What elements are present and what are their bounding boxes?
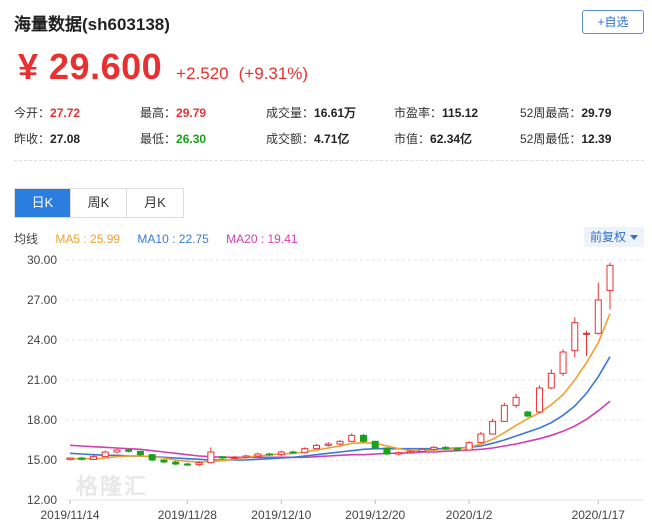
candle-body	[125, 449, 133, 452]
candle-body	[219, 456, 227, 459]
candle-body	[395, 452, 403, 455]
candle-body	[418, 448, 426, 452]
candle-body	[442, 446, 450, 450]
candle-body	[606, 264, 614, 291]
candle-body	[583, 332, 591, 335]
candle-body	[289, 451, 297, 454]
candle-body	[524, 411, 532, 417]
chevron-down-icon	[630, 235, 638, 241]
candle-body	[324, 443, 332, 446]
candle-body	[536, 387, 544, 413]
x-tick-label: 2019/11/28	[158, 508, 217, 522]
stat-low: 最低：26.30	[140, 132, 207, 146]
candle-body	[254, 453, 262, 457]
stat-52w-low: 52周最低：12.39	[520, 132, 612, 146]
y-tick-label: 12.00	[27, 493, 57, 507]
candle-body	[547, 372, 555, 389]
stat-open: 今开：27.72	[14, 106, 81, 120]
ma20-line	[69, 400, 611, 459]
stat-turnover: 成交额：4.71亿	[266, 132, 350, 146]
candle-body	[66, 457, 74, 460]
y-tick-label: 27.00	[27, 293, 57, 307]
ma5-legend: MA5 : 25.99	[55, 232, 121, 246]
price-adjust-dropdown[interactable]: 前复权	[584, 227, 644, 247]
candle-body	[594, 299, 602, 334]
ma5-line	[70, 313, 611, 463]
ma20-legend: MA20 : 19.41	[226, 232, 298, 246]
candle-body	[207, 451, 215, 464]
candle-body	[230, 456, 238, 459]
tab-daily[interactable]: 日K	[15, 189, 71, 217]
candle-body	[183, 463, 191, 466]
stat-prev-close: 昨收：27.08	[14, 132, 81, 146]
y-tick-label: 15.00	[27, 453, 57, 467]
add-watchlist-button[interactable]: +自选	[582, 10, 644, 34]
candle-body	[359, 434, 367, 442]
x-tick-label: 2020/1/17	[572, 508, 626, 522]
candle-body	[489, 420, 497, 435]
candle-body	[301, 448, 309, 454]
tab-monthly[interactable]: 月K	[127, 189, 183, 217]
candle-body	[172, 461, 180, 465]
candle-body	[512, 396, 520, 406]
candle-body	[113, 449, 121, 453]
y-tick-label: 18.00	[27, 413, 57, 427]
candle-body	[383, 447, 391, 455]
stock-title: 海量数据(sh603138)	[14, 15, 170, 34]
candle-body	[101, 451, 109, 458]
period-tabs: 日K 周K 月K	[14, 188, 184, 218]
candle-body	[242, 455, 250, 458]
quote-row: ¥ 29.600 +2.520 (+9.31%)	[18, 46, 308, 88]
ma-label: 均线	[14, 232, 39, 246]
x-tick-label: 2019/12/10	[251, 508, 311, 522]
candle-body	[136, 450, 144, 456]
candle-body	[160, 459, 168, 463]
stat-pe: 市盈率：115.12	[394, 106, 479, 120]
x-tick-label: 2019/11/14	[40, 508, 99, 522]
candle-body	[430, 446, 438, 450]
candle-body	[277, 451, 285, 456]
tab-weekly[interactable]: 周K	[71, 189, 127, 217]
candle-body	[453, 448, 461, 451]
ma-legend: 均线 MA5 : 25.99 MA10 : 22.75 MA20 : 19.41	[14, 230, 312, 247]
stat-market-cap: 市值：62.34亿	[394, 132, 473, 146]
candle-body	[148, 454, 156, 461]
price-change-percent: (+9.31%)	[238, 64, 309, 83]
x-tick-label: 2019/12/20	[345, 508, 405, 522]
stat-high: 最高：29.79	[140, 106, 207, 120]
candle-body	[89, 456, 97, 460]
candle-body	[371, 440, 379, 449]
watermark: 格隆汇	[76, 474, 149, 499]
x-tick-label: 2020/1/2	[446, 508, 493, 522]
candle-body	[313, 444, 321, 450]
candle-body	[477, 433, 485, 444]
ma10-legend: MA10 : 22.75	[137, 232, 209, 246]
divider	[14, 160, 644, 161]
current-price: ¥ 29.600	[18, 46, 163, 87]
y-tick-label: 24.00	[27, 333, 57, 347]
candle-body	[571, 322, 579, 352]
y-tick-label: 21.00	[27, 373, 57, 387]
candle-body	[336, 440, 344, 445]
stat-volume: 成交量：16.61万	[266, 106, 357, 120]
candle-body	[559, 351, 567, 374]
stat-52w-high: 52周最高：29.79	[520, 106, 612, 120]
candle-body	[500, 404, 508, 422]
candle-body	[406, 450, 414, 454]
y-tick-label: 30.00	[27, 253, 57, 267]
candle-body	[348, 434, 356, 442]
candle-body	[266, 453, 274, 456]
candle-body	[78, 457, 86, 460]
price-change: +2.520	[176, 64, 229, 83]
candle-body	[195, 462, 203, 466]
candle-body	[465, 442, 473, 451]
